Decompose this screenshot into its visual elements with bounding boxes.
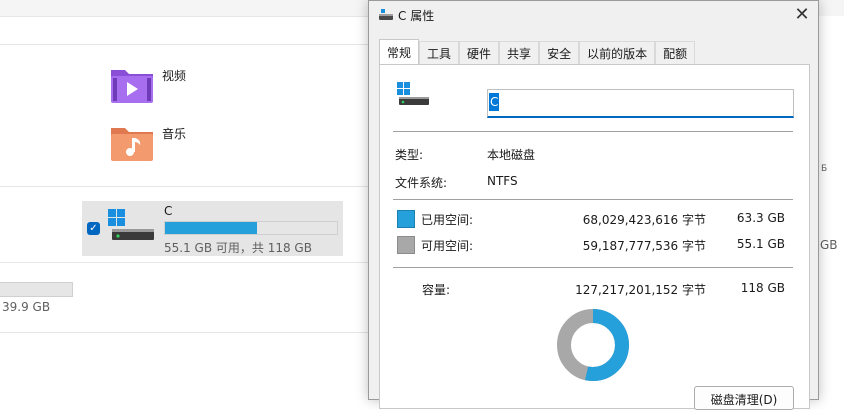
used-space-gb: 63.3 GB <box>736 211 785 225</box>
tab-security[interactable]: 安全 <box>539 41 580 65</box>
drive-usage-bar <box>164 221 338 235</box>
separator <box>393 131 793 132</box>
capacity-label: 容量: <box>422 283 451 297</box>
close-icon: ✕ <box>794 4 810 25</box>
folder-item-music[interactable]: 音乐 <box>110 124 186 162</box>
other-drive-size-text: 39.9 GB <box>2 300 51 314</box>
drive-name-input[interactable] <box>487 89 794 118</box>
filesystem-value: NTFS <box>487 174 518 188</box>
general-tab-panel: C 类型: 本地磁盘 文件系统: NTFS 已用空间: 68,029,423,6… <box>379 64 810 410</box>
drive-name-selected-text: C <box>489 93 500 111</box>
other-drive-usage-bar <box>0 282 73 297</box>
divider <box>0 332 368 333</box>
capacity-bytes: 127,217,201,152 字节 <box>575 283 706 297</box>
videos-folder-icon <box>110 66 154 104</box>
drive-properties-dialog: C 属性 ✕ 常规 工具 硬件 共享 安全 以前的版本 配额 C 类型: 本地磁… <box>368 0 819 410</box>
folder-item-videos[interactable]: 视频 <box>110 66 186 104</box>
used-space-bytes: 68,029,423,616 字节 <box>582 213 706 227</box>
disk-cleanup-button[interactable]: 磁盘清理(D) <box>694 386 794 410</box>
filesystem-label: 文件系统: <box>395 176 448 190</box>
tab-quota[interactable]: 配额 <box>655 41 696 65</box>
type-label: 类型: <box>395 148 424 162</box>
folder-label-music: 音乐 <box>162 126 187 141</box>
free-space-label: 可用空间: <box>421 239 474 253</box>
free-space-bytes: 59,187,777,536 字节 <box>582 239 706 253</box>
divider <box>0 186 368 187</box>
drive-title-icon <box>378 8 394 22</box>
capacity-gb: 118 GB <box>740 281 785 295</box>
divider <box>0 16 368 17</box>
used-space-swatch <box>397 210 415 228</box>
drive-usage-bar-fill <box>165 222 258 234</box>
tab-previous-versions[interactable]: 以前的版本 <box>579 41 656 65</box>
drive-free-space-text: 55.1 GB 可用，共 118 GB <box>164 241 312 255</box>
disk-usage-donut-chart <box>557 309 629 381</box>
close-button[interactable]: ✕ <box>787 1 817 30</box>
free-space-swatch <box>397 236 415 254</box>
separator <box>393 199 793 200</box>
tab-general[interactable]: 常规 <box>379 39 420 66</box>
drive-name: C <box>164 204 173 218</box>
peek-size-text: GB <box>820 238 838 252</box>
tab-hardware[interactable]: 硬件 <box>459 41 500 65</box>
checkbox-checked-icon[interactable]: ✓ <box>87 222 100 235</box>
dialog-titlebar[interactable]: C 属性 ✕ <box>369 1 818 30</box>
tab-tools[interactable]: 工具 <box>419 41 460 65</box>
tab-bar: 常规 工具 硬件 共享 安全 以前的版本 配额 <box>379 39 696 66</box>
windows-drive-icon <box>108 209 156 246</box>
divider <box>0 262 368 263</box>
drive-item-c[interactable]: ✓ C 55.1 GB 可用，共 118 GB <box>82 201 343 256</box>
separator <box>393 267 793 268</box>
tab-sharing[interactable]: 共享 <box>499 41 540 65</box>
music-folder-icon <box>110 124 154 162</box>
free-space-gb: 55.1 GB <box>736 237 785 251</box>
dialog-title: C 属性 <box>398 9 435 23</box>
type-value: 本地磁盘 <box>487 148 536 162</box>
used-space-label: 已用空间: <box>421 213 474 227</box>
folder-label-videos: 视频 <box>162 68 187 83</box>
divider <box>0 44 368 45</box>
peek-text: Б <box>821 164 828 174</box>
windows-drive-icon <box>397 82 431 108</box>
